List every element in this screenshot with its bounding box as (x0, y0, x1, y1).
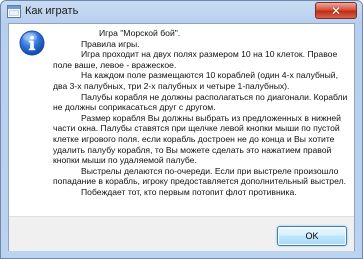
button-bar: OK (9, 216, 354, 251)
info-icon (19, 30, 45, 56)
game-title-line: Игра "Морской бой". (99, 28, 181, 38)
close-icon: ✕ (330, 3, 342, 18)
message-text: Игра "Морской бой". Правила игры. Игра п… (53, 28, 349, 198)
close-button[interactable]: ✕ (315, 2, 357, 19)
rules-paragraph: Игра проходит на двух полях размером 10 … (53, 49, 338, 70)
dialog-client-area: Игра "Морской бой". Правила игры. Игра п… (8, 23, 355, 251)
ok-button[interactable]: OK (277, 226, 347, 246)
title-bar[interactable]: Как играть ✕ (1, 1, 362, 23)
rules-paragraph: Палубы корабля не должны располагаться п… (53, 91, 348, 113)
rules-paragraph: Размер корабля Вы должны выбрать из пред… (53, 112, 341, 166)
rules-heading: Правила игры. (81, 38, 140, 49)
rules-paragraph: Побеждает тот, кто первым потопит флот п… (81, 186, 297, 197)
window-title: Как играть (25, 5, 79, 17)
message-area: Игра "Морской бой". Правила игры. Игра п… (9, 24, 354, 216)
dialog-window: Как играть ✕ Игра "Морской бой". Правила… (0, 0, 363, 259)
rules-paragraph: Выстрелы делаются по-очереди. Если при в… (53, 165, 346, 187)
app-window-icon (7, 5, 21, 18)
rules-paragraph: На каждом поле размещаются 10 кораблей (… (53, 70, 338, 91)
